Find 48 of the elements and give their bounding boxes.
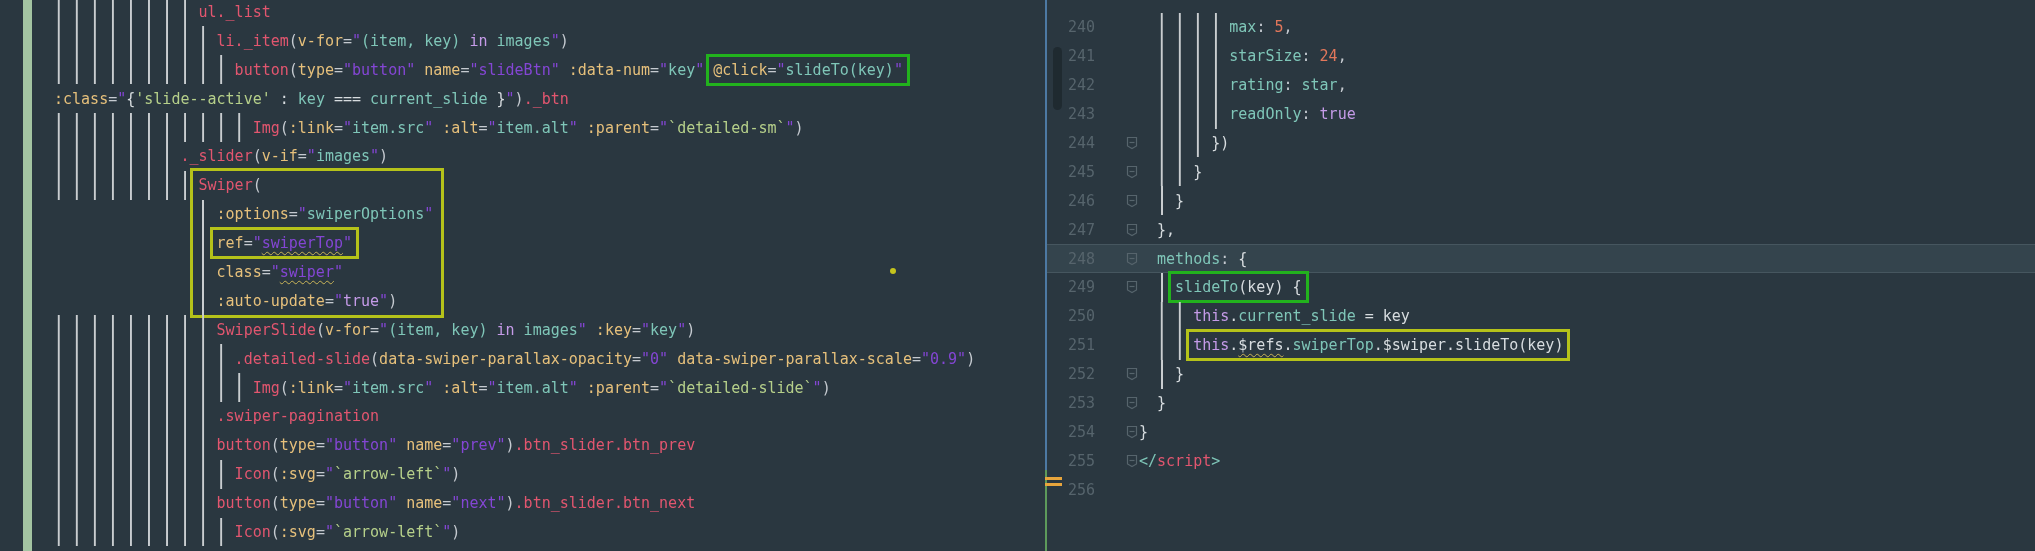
fold-icon[interactable] bbox=[1126, 251, 1138, 266]
code-line: .swiper-pagination bbox=[216, 407, 380, 426]
code-line: max: 5, bbox=[1229, 18, 1293, 37]
highlighted-code: this.$refs.swiperTop.$swiper.slideTo(key) bbox=[1186, 329, 1571, 362]
code-line: :class="{'slide--active' : key === current_slide }")._btn bbox=[54, 89, 569, 108]
code-line: }, bbox=[1157, 220, 1176, 239]
code-line: Icon(:svg="`arrow-left`") bbox=[234, 522, 461, 541]
highlighted-code: @click="slideTo(key)" bbox=[706, 53, 910, 86]
code-line: :auto-update="true") bbox=[216, 291, 398, 310]
code-line: } bbox=[1157, 394, 1167, 412]
code-line: rating: star, bbox=[1229, 76, 1347, 95]
code-line: Swiper( bbox=[198, 176, 262, 195]
code-line: } bbox=[1139, 422, 1149, 441]
code-line: starSize: 24, bbox=[1229, 47, 1347, 66]
fold-icon[interactable] bbox=[1126, 396, 1138, 410]
code-line: ul._list bbox=[198, 2, 271, 21]
code-line: </script> bbox=[1139, 451, 1221, 470]
code-line: } bbox=[1175, 365, 1185, 384]
code-line: li._item(v-for="(item, key) in images") bbox=[216, 31, 569, 50]
fold-icon[interactable] bbox=[1126, 453, 1138, 468]
code-line: :options="swiperOptions" bbox=[216, 205, 434, 224]
fold-icon[interactable] bbox=[1126, 367, 1138, 382]
code-line: } bbox=[1193, 162, 1203, 181]
code-line: class="swiper" bbox=[216, 262, 343, 281]
fold-icon[interactable] bbox=[1126, 136, 1138, 150]
code-line: button(type="button" name="prev").btn_slider.btn_prev bbox=[216, 436, 696, 455]
fold-icon[interactable] bbox=[1126, 424, 1138, 439]
fold-icon[interactable] bbox=[1126, 222, 1138, 237]
highlighted-code: slideTo(key) { bbox=[1168, 271, 1309, 304]
code-line: Img(:link="item.src" :alt="item.alt" :parent="`detailed-slide`") bbox=[252, 378, 831, 397]
code-line: readOnly: true bbox=[1229, 105, 1356, 124]
code-line: button(type="button" name="next").btn_slider.btn_next bbox=[216, 494, 696, 513]
marker-dot bbox=[890, 268, 896, 274]
fold-icon[interactable] bbox=[1126, 280, 1138, 295]
code-line: .detailed-slide(data-swiper-parallax-opacity="0" data-swiper-parallax-scale="0.9") bbox=[234, 349, 976, 368]
highlighted-code: ref="swiperTop" bbox=[209, 227, 359, 260]
code-line: Img(:link="item.src" :alt="item.alt" :parent="`detailed-sm`") bbox=[252, 118, 804, 137]
fold-icon[interactable] bbox=[1126, 164, 1138, 179]
code-line: ._slider(v-if="images") bbox=[180, 147, 389, 166]
code-line: } bbox=[1175, 191, 1185, 210]
marker-icon bbox=[1045, 477, 1062, 486]
code-line: this.current_slide = key bbox=[1193, 307, 1410, 326]
code-line: SwiperSlide(v-for="(item, key) in images" :key="key") bbox=[216, 320, 696, 339]
code-line: }) bbox=[1211, 134, 1230, 152]
code-line: button(type="button" name="slideBtn" :data-num="key" bbox=[234, 60, 706, 79]
code-line: methods: { bbox=[1157, 249, 1248, 268]
code-line: Icon(:svg="`arrow-left`") bbox=[234, 465, 461, 484]
fold-icon[interactable] bbox=[1126, 193, 1138, 208]
